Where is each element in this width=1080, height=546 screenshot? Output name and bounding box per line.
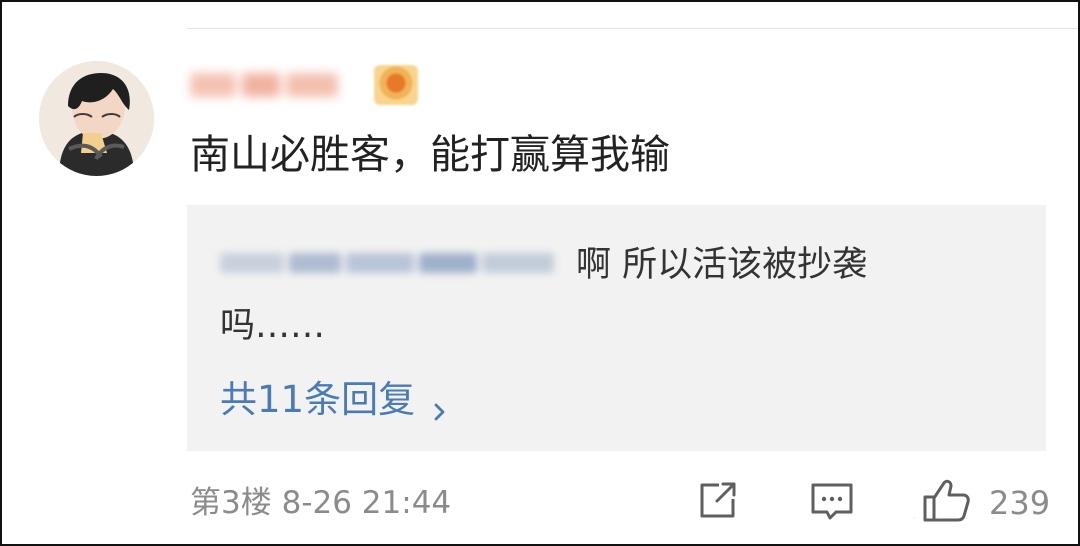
username-mosaic-block [286, 73, 338, 97]
reply-author-mosaic-block [346, 253, 414, 273]
chevron-right-icon [431, 387, 449, 421]
divider [187, 28, 1078, 29]
reply-author-mosaic-block [220, 253, 284, 273]
username-redacted[interactable] [190, 64, 368, 106]
reply-author-mosaic-block [289, 253, 341, 273]
reply-count-label: 共11条回复 [220, 378, 416, 421]
comment-icon [809, 480, 855, 526]
reply-count-link[interactable]: 共11条回复 [220, 371, 449, 421]
floor-label: 第3楼 [190, 485, 272, 521]
reply-author-mosaic-block [419, 253, 477, 273]
watermark: · · · · · [912, 512, 1031, 527]
avatar-illustration [39, 61, 154, 176]
comment-meta: 第3楼 8-26 21:44 [190, 482, 451, 524]
username-mosaic-block [242, 73, 280, 97]
comment-text: 南山必胜客，能打赢算我输 [190, 132, 670, 178]
vip-badge-icon [374, 65, 418, 105]
comment-card: 南山必胜客，能打赢算我输 啊 所以活该被抄袭 吗…… 共11条回复 第3楼 8-… [0, 0, 1080, 546]
comment-button[interactable] [809, 478, 855, 528]
reply-text-line-2: 吗…… [220, 306, 326, 346]
share-icon [695, 480, 740, 526]
reply-author-redacted[interactable] [220, 248, 564, 278]
reply-preview-box[interactable]: 啊 所以活该被抄袭 吗…… 共11条回复 [187, 205, 1046, 451]
reply-author-mosaic-block [482, 253, 554, 273]
username-mosaic-block [190, 73, 236, 97]
share-button[interactable] [695, 478, 740, 528]
reply-text-line-1: 啊 所以活该被抄袭 [576, 245, 868, 285]
avatar[interactable] [39, 61, 154, 176]
timestamp: 8-26 21:44 [281, 485, 452, 521]
